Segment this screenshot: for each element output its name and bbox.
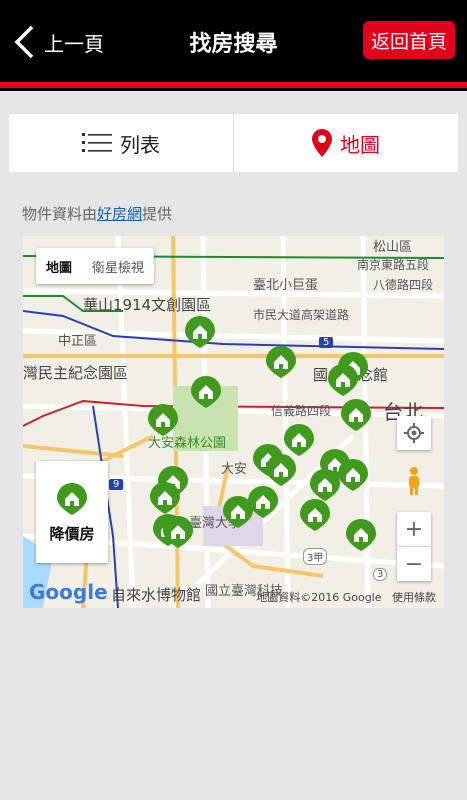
house-pin-icon[interactable] (266, 346, 296, 378)
tab-list-label: 列表 (120, 132, 160, 157)
google-logo: Google (29, 580, 108, 604)
tab-map-label: 地圖 (340, 132, 380, 157)
zoom-in-button[interactable]: + (397, 512, 431, 546)
house-pin-icon[interactable] (284, 424, 314, 456)
house-pin-icon[interactable] (341, 399, 371, 431)
source-prefix: 物件資料由 (22, 205, 98, 223)
my-location-button[interactable] (397, 416, 431, 450)
zoom-out-button[interactable]: − (397, 546, 431, 581)
back-button[interactable]: 上一頁 (10, 22, 110, 62)
map-copyright: 地圖資料©2016 Google (256, 591, 382, 604)
my-location-icon (404, 423, 424, 443)
list-icon (82, 133, 112, 152)
house-pin-icon[interactable] (346, 519, 376, 551)
map-terms-link[interactable]: 使用條款 (392, 591, 436, 604)
house-pin-icon[interactable] (148, 404, 178, 436)
view-tabs: 列表 地圖 (9, 114, 458, 172)
price-drop-filter[interactable]: 降價房 (36, 461, 108, 563)
source-suffix: 提供 (142, 205, 173, 223)
house-pin-icon[interactable] (266, 454, 296, 486)
back-label: 上一頁 (44, 31, 104, 56)
data-source-note: 物件資料由好房網提供 (22, 203, 172, 224)
tab-map[interactable]: 地圖 (233, 114, 458, 172)
header-black-divider (0, 88, 467, 91)
map-view[interactable]: 地圖 衛星檢視 松山區 南京東路五段 八德路四段 臺北小巨蛋 華山1914文創園… (23, 236, 444, 608)
chevron-left-icon (14, 25, 34, 59)
house-pin-icon[interactable] (150, 482, 180, 514)
pegman-icon (409, 467, 419, 495)
source-link[interactable]: 好房網 (97, 205, 142, 223)
street-view-pegman[interactable] (397, 464, 431, 498)
home-button[interactable]: 返回首頁 (363, 21, 455, 59)
house-pin-icon[interactable] (328, 364, 358, 396)
house-pin-icon (57, 482, 87, 515)
house-pin-icon[interactable] (185, 316, 215, 348)
tab-list[interactable]: 列表 (9, 114, 233, 172)
house-pin-icon[interactable] (338, 459, 368, 491)
price-drop-label: 降價房 (49, 524, 95, 543)
house-pin-icon[interactable] (300, 499, 330, 531)
house-pin-icon[interactable] (223, 496, 253, 528)
top-navigation-bar: 上一頁 找房搜尋 返回首頁 (0, 0, 467, 82)
house-pin-icon[interactable] (310, 469, 340, 501)
location-pin-icon (312, 129, 332, 157)
map-attribution: 地圖資料©2016 Google 使用條款 (256, 589, 436, 605)
house-pin-icon[interactable] (191, 376, 221, 408)
